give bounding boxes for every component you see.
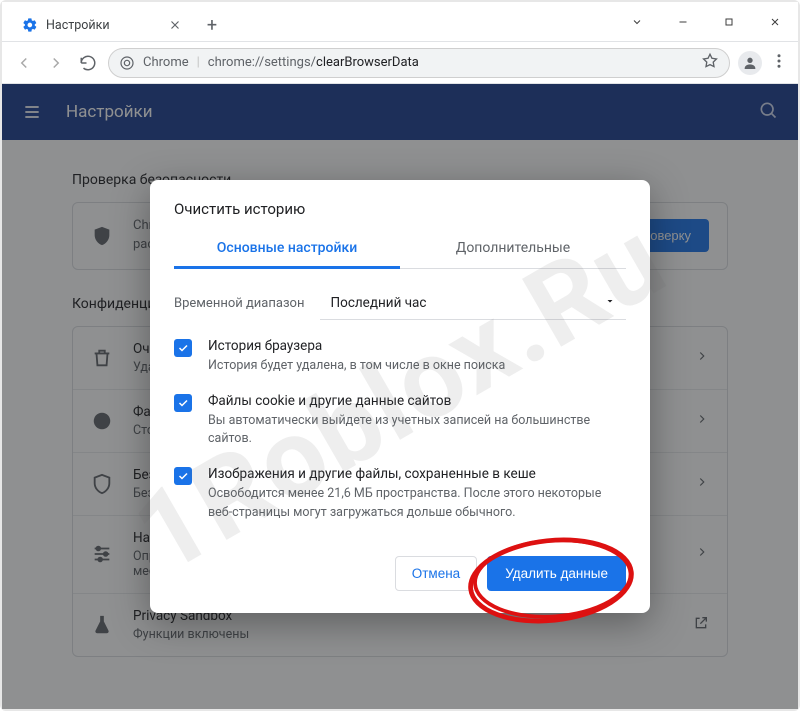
option-title: Изображения и другие файлы, сохраненные …: [208, 466, 626, 482]
omnibox-actions: [701, 52, 719, 74]
window-titlebar: Настройки +: [2, 2, 798, 42]
back-button[interactable]: [12, 51, 36, 75]
time-range-label: Временной диапазон: [174, 296, 304, 311]
option-cache[interactable]: Изображения и другие файлы, сохраненные …: [174, 466, 626, 521]
bookmark-star-icon[interactable]: [701, 52, 719, 74]
checkbox-checked[interactable]: [174, 394, 192, 412]
browser-toolbar: Chrome | chrome://settings/clearBrowserD…: [2, 42, 798, 84]
option-sub: Освободится менее 21,6 МБ пространства. …: [208, 485, 626, 521]
dialog-actions: Отмена Удалить данные: [174, 556, 626, 591]
profile-avatar[interactable]: [738, 51, 762, 75]
chrome-icon: [119, 55, 135, 71]
option-cookies[interactable]: Файлы cookie и другие данные сайтов Вы а…: [174, 393, 626, 448]
plus-icon: +: [207, 15, 217, 36]
checkbox-checked[interactable]: [174, 339, 192, 357]
dialog-tabs: Основные настройки Дополнительные: [174, 230, 626, 269]
tab-advanced[interactable]: Дополнительные: [400, 230, 626, 268]
option-sub: Вы автоматически выйдете из учетных запи…: [208, 412, 626, 448]
option-title: Файлы cookie и другие данные сайтов: [208, 393, 626, 409]
browser-tabs: Настройки +: [2, 2, 226, 41]
window-maximize-button[interactable]: [706, 2, 752, 42]
option-history[interactable]: История браузера История будет удалена, …: [174, 338, 626, 375]
window-controls: [614, 2, 798, 42]
cancel-button[interactable]: Отмена: [395, 556, 477, 591]
dialog-title: Очистить историю: [174, 200, 626, 218]
omnibox-url: chrome://settings/clearBrowserData: [208, 55, 419, 70]
omnibox-separator: |: [197, 55, 200, 70]
delete-data-button[interactable]: Удалить данные: [487, 556, 626, 591]
option-title: История браузера: [208, 338, 505, 354]
reload-button[interactable]: [76, 51, 100, 75]
new-tab-button[interactable]: +: [198, 11, 226, 39]
address-bar[interactable]: Chrome | chrome://settings/clearBrowserD…: [108, 48, 730, 78]
window-minimize-button[interactable]: [660, 2, 706, 42]
tab-basic[interactable]: Основные настройки: [174, 230, 400, 269]
checkbox-checked[interactable]: [174, 467, 192, 485]
forward-button[interactable]: [44, 51, 68, 75]
page-content: Настройки Проверка безопасности Chrome п…: [2, 84, 798, 709]
gear-icon: [22, 17, 38, 33]
dropdown-value: Последний час: [330, 295, 426, 311]
omnibox-prefix: Chrome: [143, 55, 189, 70]
browser-tab-active[interactable]: Настройки: [12, 9, 192, 41]
clear-data-dialog: Очистить историю Основные настройки Допо…: [150, 180, 650, 613]
close-icon[interactable]: [168, 18, 182, 32]
window-close-button[interactable]: [752, 2, 798, 42]
browser-menu-button[interactable]: [770, 52, 788, 74]
time-range-row: Временной диапазон Последний час: [174, 287, 626, 320]
tab-title: Настройки: [46, 18, 160, 33]
time-range-dropdown[interactable]: Последний час: [320, 287, 626, 320]
window-dropdown-button[interactable]: [614, 2, 660, 42]
option-sub: История будет удалена, в том числе в окн…: [208, 357, 505, 375]
caret-down-icon: [604, 295, 616, 311]
